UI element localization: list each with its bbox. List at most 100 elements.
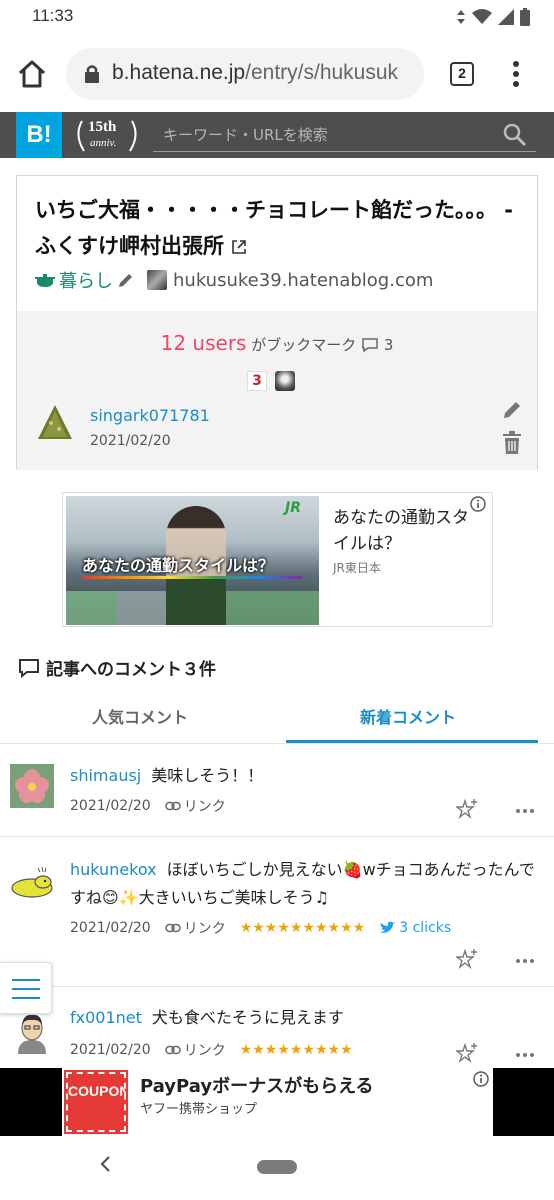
bottom-banner-ad[interactable]: COUPON PayPayボーナスがもらえる ヤフー携帯ショップ — [0, 1068, 554, 1136]
badge-count: 3 — [247, 371, 267, 391]
hatena-logo[interactable]: B! — [16, 112, 62, 158]
more-horiz-icon[interactable] — [515, 958, 535, 964]
comment-icon — [362, 338, 378, 353]
browser-toolbar: b.hatena.ne.jp/entry/s/hukusuk 2 — [0, 34, 554, 112]
ad-sponsor: JR東日本 — [333, 561, 381, 575]
user-avatar[interactable] — [10, 764, 54, 808]
comment-link-label: リンク — [183, 799, 226, 815]
data-arrows-icon — [457, 10, 465, 24]
lock-icon — [85, 65, 99, 83]
url-path: /entry/s/hukusuk — [245, 61, 399, 84]
users-line[interactable]: 12 users がブックマーク 3 — [17, 331, 537, 355]
ad-rainbow-line — [82, 576, 302, 579]
tweet-clicks[interactable]: 3 clicks — [379, 920, 451, 936]
bookmark-stats: 12 users がブックマーク 3 3 singark071781 2021/… — [17, 311, 537, 470]
tab-new[interactable]: 新着コメント — [360, 704, 456, 728]
user-avatar[interactable] — [10, 1010, 54, 1054]
bottom-ad-content[interactable]: COUPON PayPayボーナスがもらえる ヤフー携帯ショップ — [62, 1068, 493, 1136]
comment-body: hukunekox ほぼいちごしか見えない🍓wチョコあんだったんですね😊✨大きいい… — [70, 856, 536, 912]
address-bar[interactable]: b.hatena.ne.jp/entry/s/hukusuk — [66, 48, 424, 100]
pencil-icon[interactable] — [117, 271, 135, 289]
entry-title[interactable]: いちご大福・・・・・チョコレート餡だった。。。 - ふくすけ岬村出張所 — [35, 192, 515, 264]
comment-user[interactable]: shimausj — [70, 766, 141, 785]
comment-link[interactable]: リンク — [164, 796, 226, 816]
comment-date[interactable]: 2021/02/20 — [70, 920, 151, 936]
search-placeholder: キーワード・URLを検索 — [163, 126, 328, 144]
comment-bubble-icon — [19, 658, 39, 678]
tweet-clicks-count: 3 clicks — [399, 920, 452, 936]
tab-switcher-button[interactable]: 2 — [450, 62, 474, 86]
jr-logo: JR — [285, 500, 301, 516]
comment-link[interactable]: リンク — [164, 918, 226, 938]
add-star-icon[interactable] — [456, 948, 478, 970]
add-star-icon[interactable] — [456, 798, 478, 820]
comment-footer: 2021/02/20 リンク — [70, 796, 226, 816]
system-nav-bar — [0, 1136, 554, 1200]
comment-footer: 2021/02/20 リンク ★★★★★★★★★ — [70, 1040, 353, 1060]
badge-row: 3 — [247, 371, 295, 391]
floating-menu-button[interactable] — [0, 962, 52, 1014]
twitter-bird-icon — [380, 921, 396, 933]
comment-date[interactable]: 2021/02/20 — [70, 1042, 151, 1058]
users-count[interactable]: 12 users — [161, 331, 247, 355]
comment-body: shimausj 美味しそう！！ — [70, 762, 536, 790]
entry-title-text[interactable]: いちご大福・・・・・チョコレート餡だった。。。 - ふくすけ岬村出張所 — [35, 198, 513, 258]
edit-icon[interactable] — [501, 399, 523, 421]
more-horiz-icon[interactable] — [515, 1052, 535, 1058]
bookmarker-avatar[interactable] — [34, 401, 76, 443]
comment-user[interactable]: hukunekox — [70, 860, 157, 879]
ad-image[interactable]: JR あなたの通勤スタイルは？ — [66, 496, 319, 625]
more-vert-icon[interactable] — [508, 60, 524, 88]
tab-popular[interactable]: 人気コメント — [92, 704, 188, 728]
comments-title: 記事へのコメント３件 — [46, 660, 216, 680]
home-icon[interactable] — [16, 58, 48, 90]
users-suffix: がブックマーク — [251, 336, 357, 354]
status-time: 11:33 — [32, 6, 74, 25]
pot-icon — [35, 274, 55, 287]
external-link-icon[interactable] — [231, 239, 247, 255]
anniversary-text: 15th — [88, 119, 117, 135]
comment-date[interactable]: 2021/02/20 — [70, 798, 151, 814]
anniversary-sub: anniv. — [90, 137, 117, 149]
trash-icon[interactable] — [501, 431, 523, 455]
user-avatar[interactable] — [10, 860, 54, 904]
comments-heading: 記事へのコメント３件 — [18, 655, 216, 680]
search-icon[interactable] — [502, 122, 528, 148]
more-horiz-icon[interactable] — [515, 808, 535, 814]
ad-info-icon[interactable] — [470, 496, 486, 512]
coupon-badge: COUPON — [64, 1070, 129, 1134]
entry-meta: 暮らし hukusuke39.hatenablog.com — [35, 266, 433, 294]
divider — [0, 986, 554, 987]
url-host: b.hatena.ne.jp — [112, 61, 246, 84]
ad-headline[interactable]: あなたの通勤スタイルは？ — [333, 505, 473, 557]
home-pill[interactable] — [257, 1160, 297, 1174]
add-star-icon[interactable] — [456, 1042, 478, 1064]
comment-stars[interactable]: ★★★★★★★★★★ — [240, 920, 366, 936]
entry-card: いちご大福・・・・・チョコレート餡だった。。。 - ふくすけ岬村出張所 暮らし … — [16, 175, 538, 470]
category-link[interactable]: 暮らし — [59, 267, 113, 293]
bottom-ad-headline[interactable]: PayPayボーナスがもらえる — [140, 1072, 374, 1098]
comment-text: 犬も食べたそうに見えます — [151, 1008, 344, 1027]
comment-text: 美味しそう！！ — [151, 766, 264, 785]
comment-footer: 2021/02/20 リンク ★★★★★★★★★★ 3 clicks — [70, 918, 451, 938]
comment-link[interactable]: リンク — [164, 1040, 226, 1060]
comment-body: fx001net 犬も食べたそうに見えます — [70, 1004, 536, 1032]
display-ad[interactable]: JR あなたの通勤スタイルは？ あなたの通勤スタイルは？ JR東日本 — [62, 492, 493, 627]
site-domain-link[interactable]: hukusuke39.hatenablog.com — [173, 270, 433, 291]
back-icon[interactable] — [98, 1154, 112, 1174]
comment-stars[interactable]: ★★★★★★★★★ — [240, 1042, 353, 1058]
ad-info-icon[interactable] — [473, 1071, 489, 1087]
search-input[interactable]: キーワード・URLを検索 — [153, 120, 536, 152]
comment-user[interactable]: fx001net — [70, 1008, 142, 1027]
anniversary-badge: 15th anniv. — [72, 117, 142, 153]
comment-count: 3 — [383, 336, 394, 354]
url-text: b.hatena.ne.jp/entry/s/hukusuk — [112, 61, 412, 85]
ad-image-caption: あなたの通勤スタイルは？ — [82, 556, 275, 575]
site-favicon — [147, 270, 167, 290]
link-icon — [164, 1045, 181, 1055]
link-icon — [164, 801, 181, 811]
bookmarker-name[interactable]: singark071781 — [90, 406, 210, 425]
active-tab-indicator — [286, 740, 538, 743]
bottom-ad-sub: ヤフー携帯ショップ — [140, 1102, 258, 1117]
link-icon — [164, 923, 181, 933]
